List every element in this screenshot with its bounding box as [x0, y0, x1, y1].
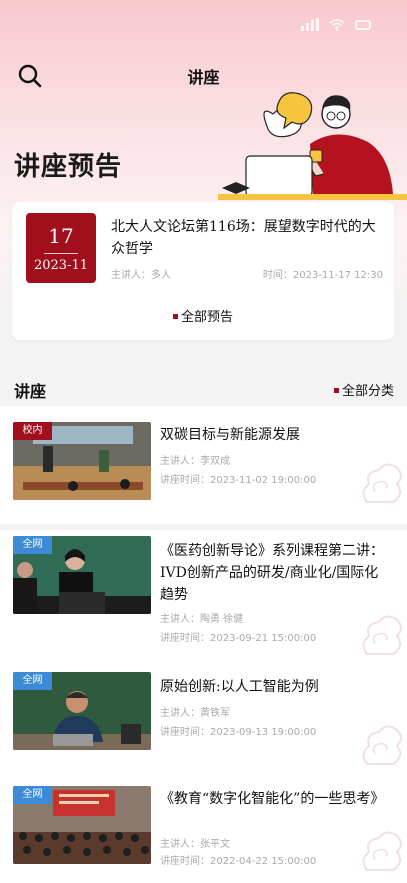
lecture-time: 讲座时间：2023-11-02 19:00:00	[160, 475, 317, 486]
lecture-title[interactable]: 双碳目标与新能源发展	[160, 424, 392, 446]
preview-card[interactable]: 17 2023-11 北大人文论坛第116场：展望数字时代的大众哲学 主讲人：多…	[12, 202, 394, 340]
signal-icon	[301, 18, 319, 31]
lecture-speaker: 主讲人：李双成	[160, 456, 230, 467]
list-item[interactable]: 全网 原始创新:以人工智能为例 主讲人：黄铁军 讲座时间：2023-09-13 …	[0, 664, 407, 776]
hero-title: 讲座预告	[14, 152, 123, 182]
lecture-title[interactable]: 《教育“数字化智能化”的一些思考》	[160, 788, 392, 810]
lecture-time: 讲座时间：2023-09-21 15:00:00	[160, 633, 317, 644]
date-badge: 17 2023-11	[26, 213, 96, 283]
preview-title[interactable]: 北大人文论坛第116场：展望数字时代的大众哲学	[111, 216, 383, 260]
lecture-speaker: 主讲人：黄铁军	[160, 708, 230, 719]
list-item[interactable]: 校内 双碳目标与新能源发展 主讲人：李双成 讲座时间：2023-11-02 19…	[0, 406, 407, 524]
list-item[interactable]: 全网 《教育“数字化智能化”的一些思考》 主讲人：张平文 讲座时间：2022-0…	[0, 776, 407, 883]
preview-speaker: 主讲人：多人	[111, 270, 171, 281]
date-year-month: 2023-11	[33, 258, 89, 273]
all-preview-link[interactable]: 全部预告	[12, 306, 394, 325]
battery-icon	[355, 19, 371, 30]
lecture-title[interactable]: 原始创新:以人工智能为例	[160, 676, 392, 698]
lecture-illustration	[218, 92, 407, 200]
lecture-thumbnail[interactable]: 校内	[13, 422, 151, 500]
list-item[interactable]: 全网 《医药创新导论》系列课程第二讲：IVD创新产品的研发/商业化/国际化趋势 …	[0, 530, 407, 670]
lecture-title[interactable]: 《医药创新导论》系列课程第二讲：IVD创新产品的研发/商业化/国际化趋势	[160, 540, 392, 606]
lecture-thumbnail[interactable]: 全网	[13, 786, 151, 864]
lecture-section-header: 讲座 全部分类	[0, 370, 407, 404]
lecture-thumbnail[interactable]: 全网	[13, 536, 151, 614]
scope-tag: 全网	[13, 786, 52, 804]
lecture-speaker: 主讲人：张平文	[160, 839, 230, 850]
lecture-time: 讲座时间：2022-04-22 15:00:00	[160, 856, 317, 867]
status-bar	[301, 18, 371, 31]
cloud-pattern-icon	[362, 463, 402, 503]
scope-tag: 全网	[13, 672, 52, 690]
date-day: 17	[48, 224, 74, 248]
cloud-pattern-icon	[362, 831, 402, 871]
cloud-pattern-icon	[362, 725, 402, 765]
preview-meta: 主讲人：多人 时间：2023-11-17 12:30	[111, 266, 383, 281]
lecture-time: 讲座时间：2023-09-13 19:00:00	[160, 727, 317, 738]
all-categories-link[interactable]: 全部分类	[334, 380, 394, 399]
scope-tag: 全网	[13, 536, 52, 554]
date-divider	[44, 253, 78, 254]
preview-time: 时间：2023-11-17 12:30	[262, 270, 383, 281]
cloud-pattern-icon	[362, 615, 402, 655]
lecture-speaker: 主讲人：陶勇 徐健	[160, 614, 244, 625]
scope-tag: 校内	[13, 422, 52, 440]
section-title: 讲座	[14, 382, 47, 401]
wifi-icon	[329, 18, 345, 31]
lecture-thumbnail[interactable]: 全网	[13, 672, 151, 750]
